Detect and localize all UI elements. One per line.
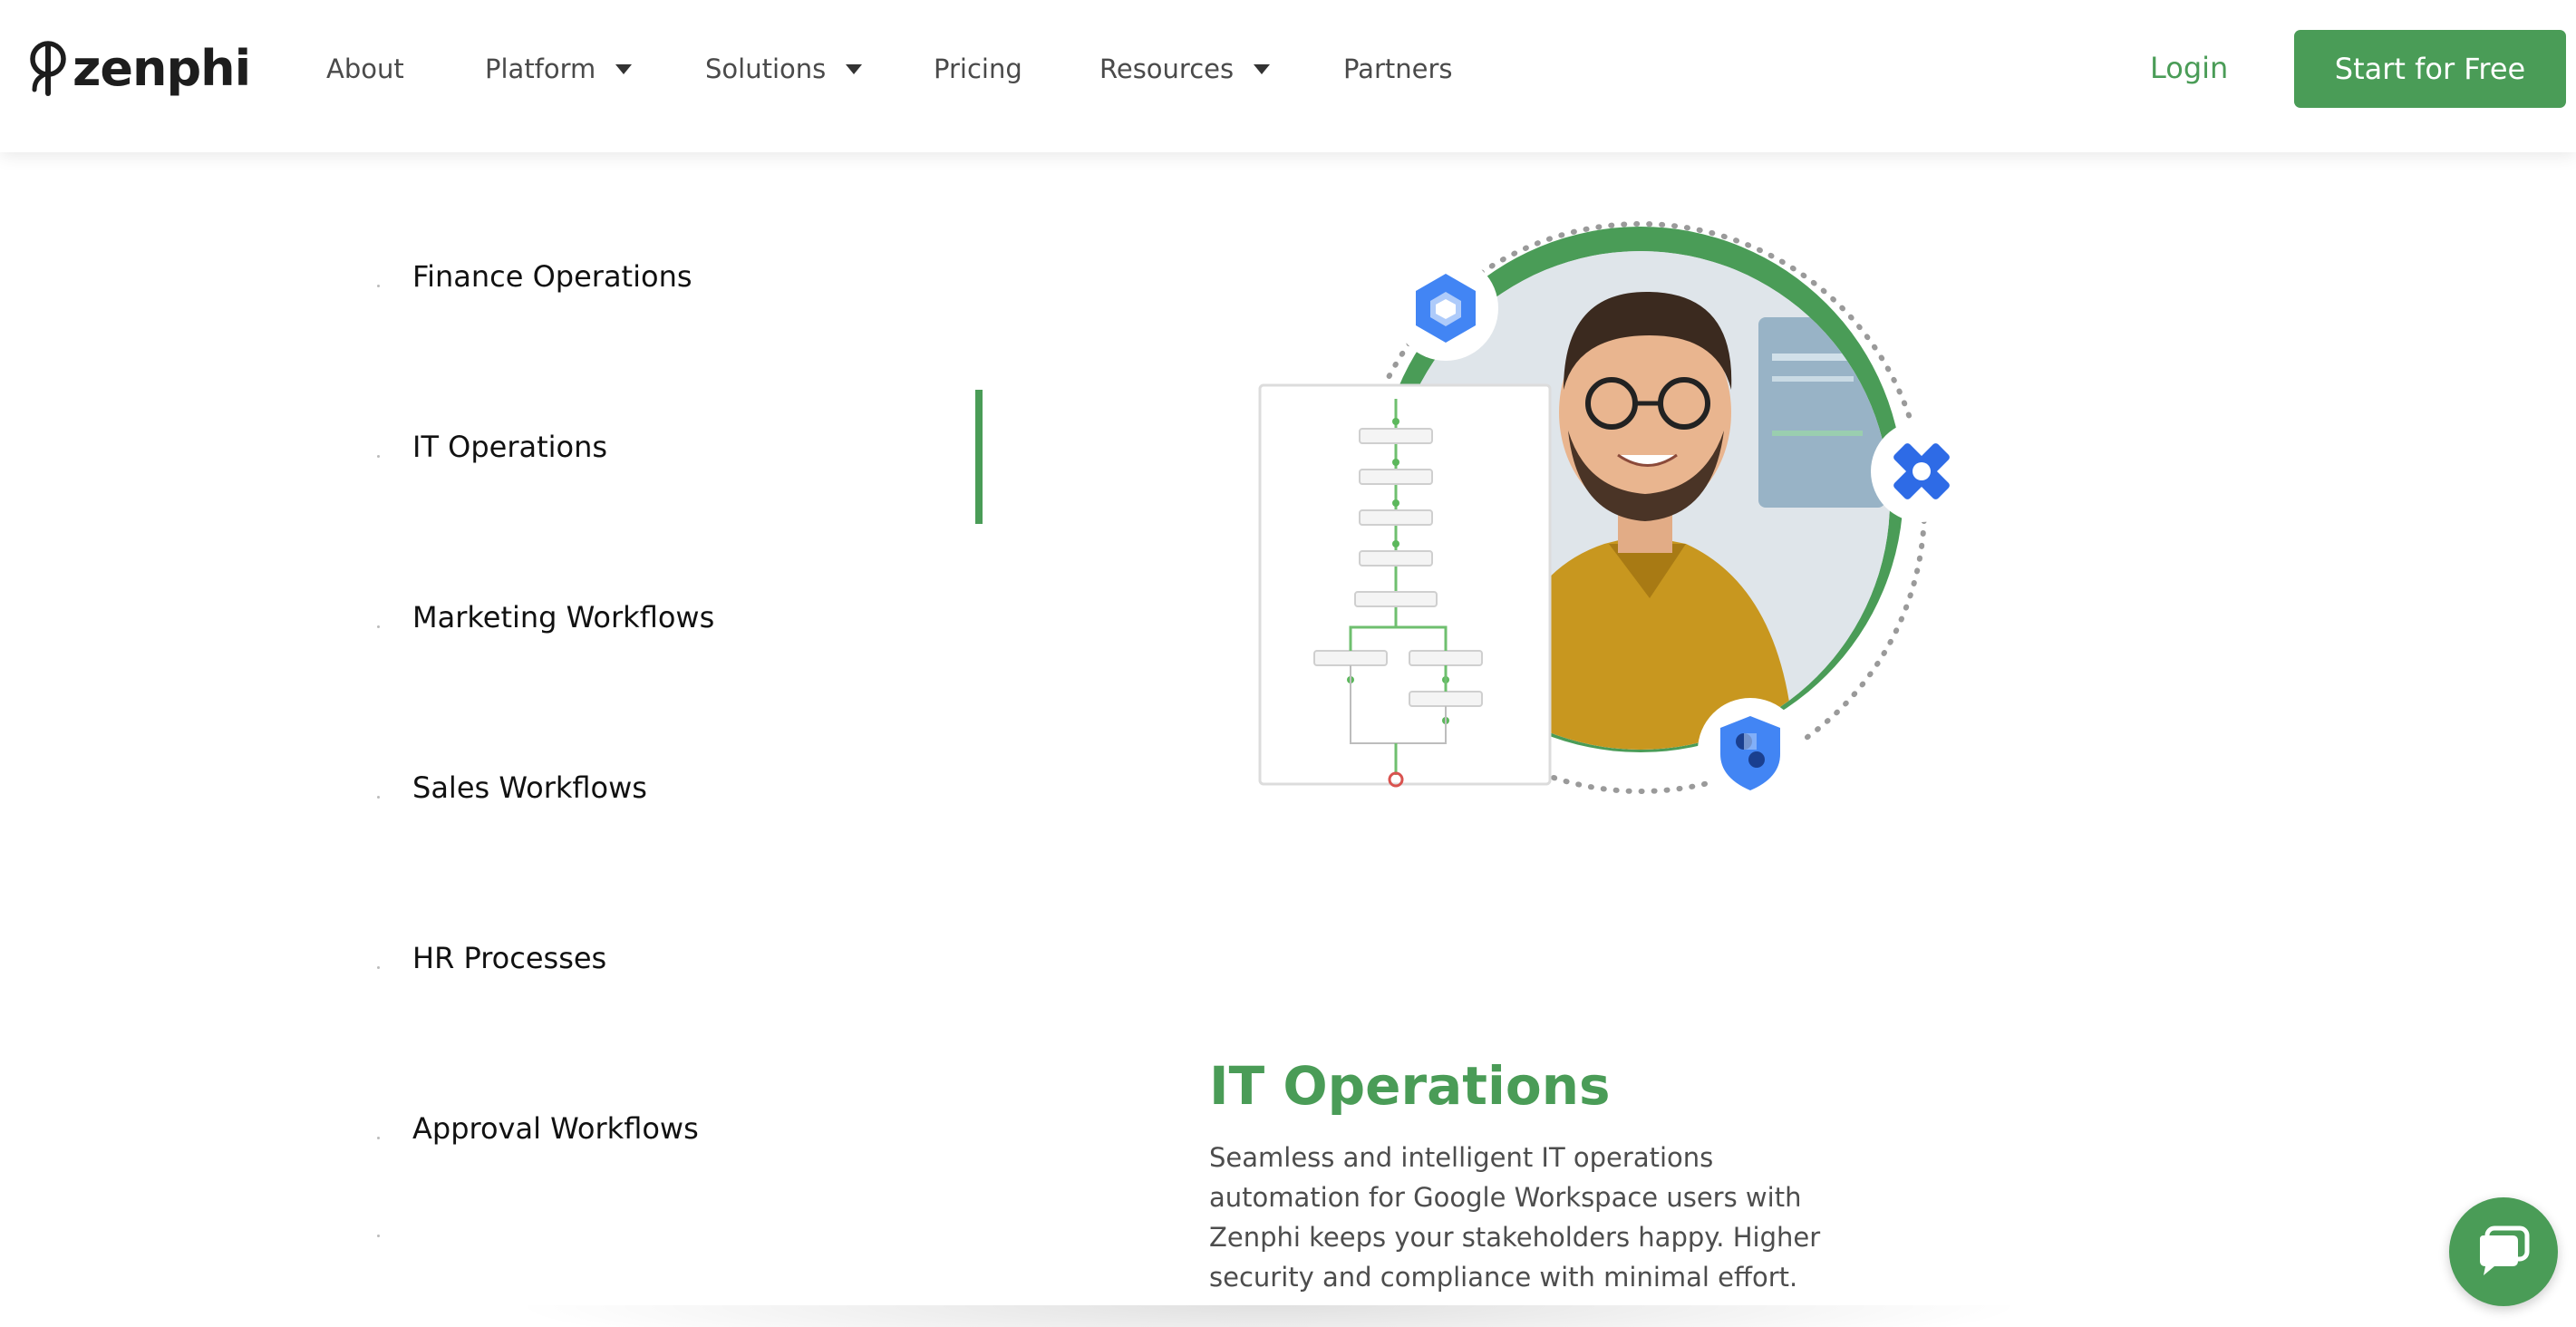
nav-partners[interactable]: Partners (1343, 49, 1453, 89)
tab-marketing-workflows[interactable]: Marketing Workflows (412, 595, 714, 640)
tab-hr-processes[interactable]: HR Processes (412, 935, 606, 981)
nav-label: Solutions (705, 53, 827, 84)
tab-marker (377, 1137, 380, 1139)
nav-pricing[interactable]: Pricing (934, 49, 1022, 89)
nav-label: About (326, 53, 404, 84)
chat-icon (2480, 1225, 2530, 1275)
nav-solutions[interactable]: Solutions (705, 49, 863, 89)
jira-icon (1871, 421, 1972, 522)
section-title: IT Operations (1209, 1055, 1611, 1117)
nav-about[interactable]: About (326, 49, 404, 89)
tab-marker (377, 966, 380, 969)
tab-marker (377, 625, 380, 628)
tab-approval-workflows[interactable]: Approval Workflows (412, 1106, 699, 1151)
tab-sales-workflows[interactable]: Sales Workflows (412, 765, 647, 810)
zenphi-logo-icon (30, 41, 66, 96)
nav-label: Partners (1343, 53, 1453, 84)
nav-label: Resources (1099, 53, 1235, 84)
login-link[interactable]: Login (2150, 47, 2228, 89)
tab-it-operations[interactable]: IT Operations (412, 424, 607, 470)
tab-marker (377, 455, 380, 458)
logo-text: zenphi (73, 40, 251, 97)
caret-down-icon (615, 63, 633, 74)
active-tab-indicator (975, 390, 983, 524)
nav-platform[interactable]: Platform (485, 49, 633, 89)
site-header: zenphi About Platform Solutions Pricing … (0, 0, 2576, 152)
nav-label: Platform (485, 53, 596, 84)
caret-down-icon (846, 63, 863, 74)
section-description: Seamless and intelligent IT operations a… (1209, 1142, 1821, 1293)
nav-resources[interactable]: Resources (1099, 49, 1271, 89)
nav-label: Pricing (934, 53, 1022, 84)
page: zenphi About Platform Solutions Pricing … (0, 0, 2576, 1327)
start-for-free-button[interactable]: Start for Free (2294, 30, 2566, 108)
it-operations-illustration (1258, 221, 1972, 803)
tab-marker (377, 285, 380, 287)
zenphi-logo[interactable]: zenphi (27, 40, 251, 98)
tab-finance-operations[interactable]: Finance Operations (412, 254, 692, 299)
tab-marker (377, 1235, 380, 1237)
caret-down-icon (1254, 63, 1271, 74)
bottom-card-shadow (508, 1305, 2030, 1327)
security-shield-icon (1698, 698, 1803, 803)
chat-button[interactable] (2449, 1197, 2558, 1306)
tab-marker (377, 796, 380, 799)
google-cloud-icon (1393, 256, 1498, 361)
